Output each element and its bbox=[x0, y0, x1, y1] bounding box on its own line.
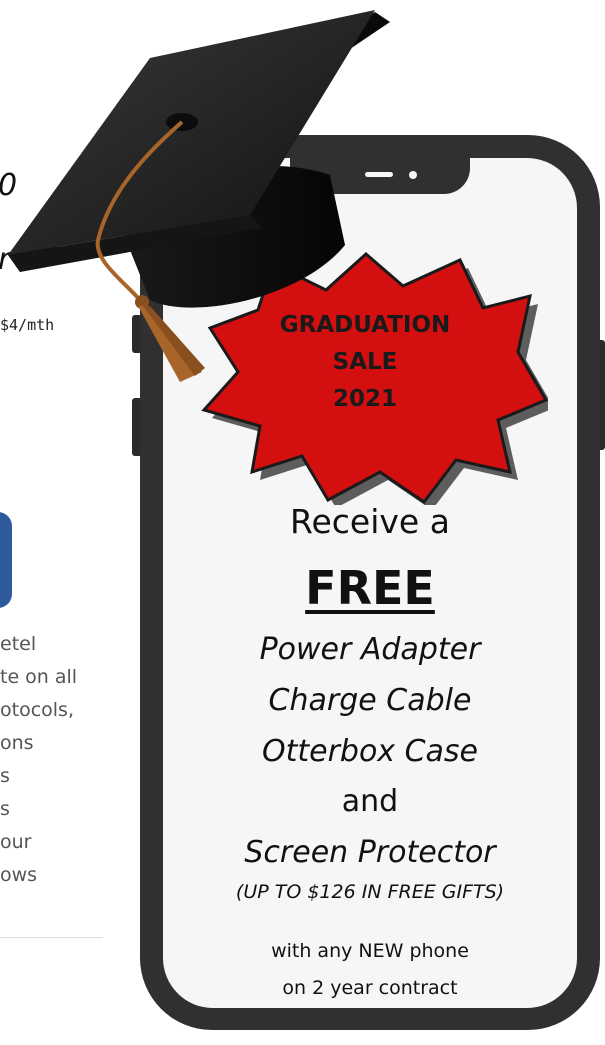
offer-condition-line-1: with any NEW phone bbox=[271, 940, 469, 962]
background-text-line: ows bbox=[0, 864, 38, 886]
gifts-value-note: (UP TO $126 IN FREE GIFTS) bbox=[235, 881, 505, 903]
offer-condition-line-2: on 2 year contract bbox=[282, 977, 458, 999]
background-blue-tile bbox=[0, 512, 12, 608]
background-text-line: s bbox=[0, 765, 10, 787]
background-text-line: otocols, bbox=[0, 699, 74, 721]
background-text-line: ons bbox=[0, 732, 34, 754]
gift-item: Charge Cable bbox=[268, 683, 472, 718]
gift-item: Otterbox Case bbox=[261, 734, 479, 769]
background-text-line: etel bbox=[0, 633, 37, 655]
and-text: and bbox=[341, 784, 399, 819]
background-divider bbox=[0, 937, 103, 938]
phone-camera-icon bbox=[409, 171, 417, 179]
gift-item: Power Adapter bbox=[259, 632, 481, 667]
gift-item: Screen Protector bbox=[244, 835, 496, 870]
graduation-cap-icon bbox=[8, 10, 390, 382]
background-text-line: our bbox=[0, 831, 32, 853]
free-heading: FREE bbox=[305, 561, 435, 615]
background-text-line: te on all bbox=[0, 666, 78, 688]
background-text-line: s bbox=[0, 798, 10, 820]
background-text-block: etel te on all otocols, ons s s our ows bbox=[0, 628, 77, 892]
receive-text: Receive a bbox=[290, 502, 450, 541]
